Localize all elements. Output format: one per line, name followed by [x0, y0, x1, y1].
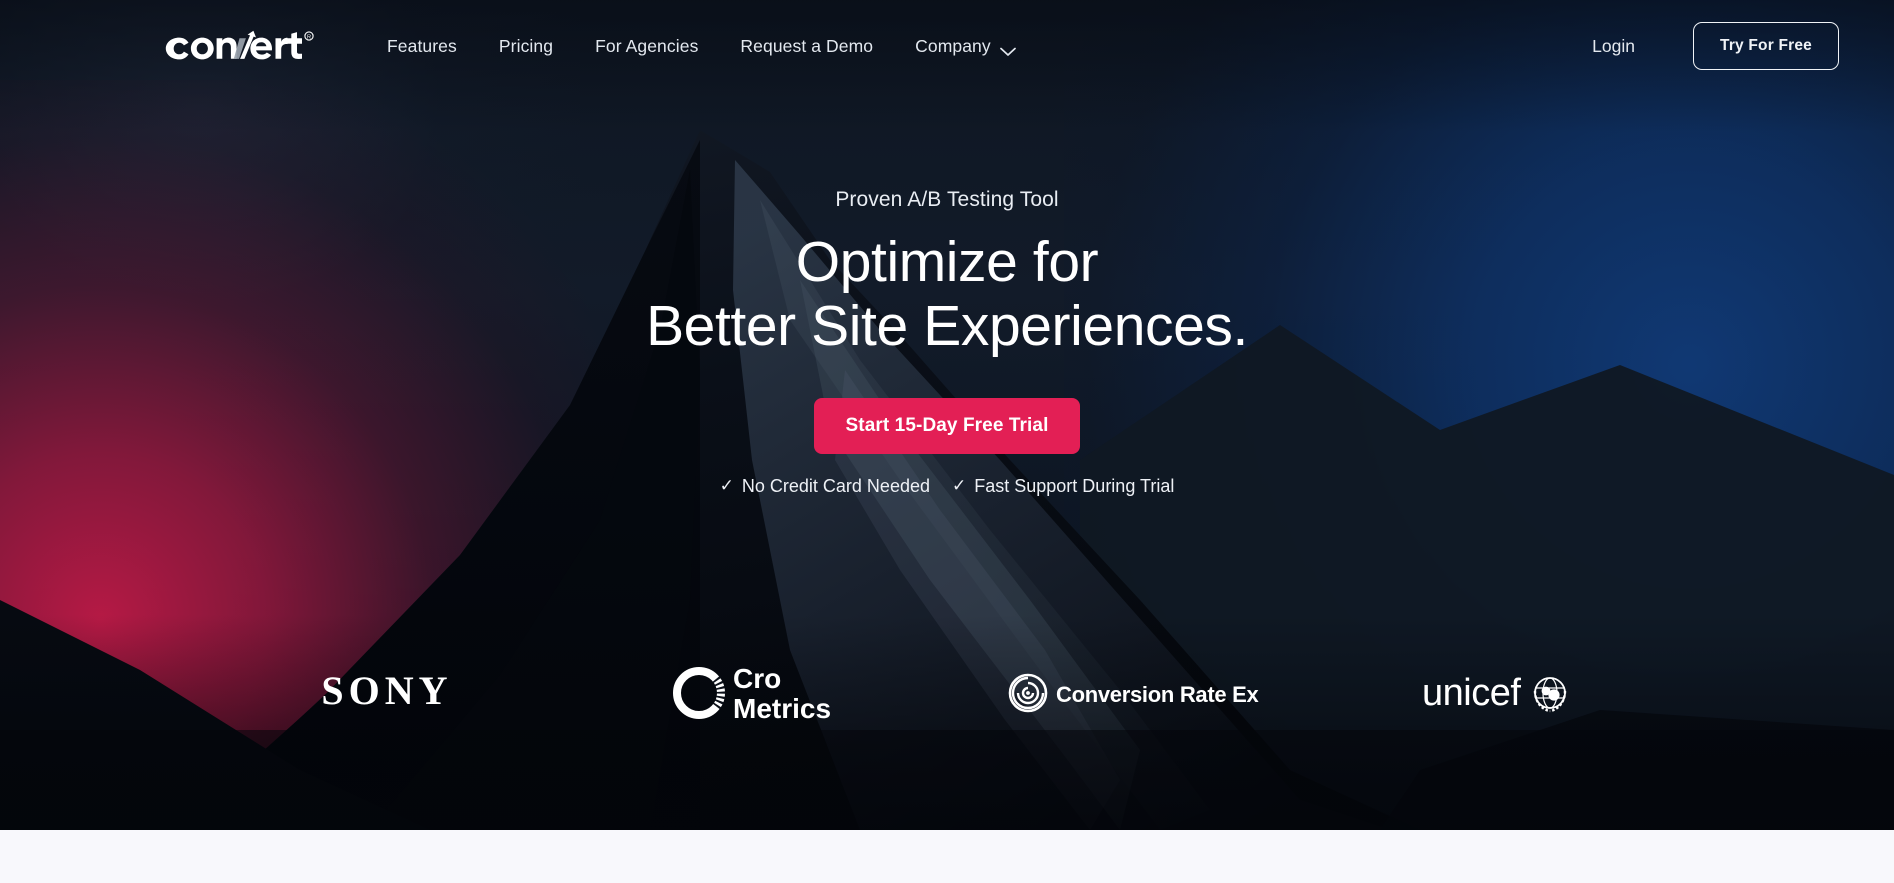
hero-eyebrow: Proven A/B Testing Tool	[835, 188, 1059, 211]
nav-item-for-agencies[interactable]: For Agencies	[595, 36, 698, 57]
nav-label: For Agencies	[595, 35, 699, 56]
client-logo-cro-metrics: Cro Metrics	[574, 660, 948, 726]
login-link[interactable]: Login	[1592, 36, 1635, 57]
nav-item-company[interactable]: Company	[915, 36, 1016, 57]
client-logo-conversion-rate-experts: Conversion Rate Experts	[947, 671, 1321, 715]
try-for-free-button[interactable]: Try For Free	[1693, 22, 1839, 70]
page-body-below-hero	[0, 830, 1894, 883]
main-navigation: Features Pricing For Agencies Request a …	[387, 36, 1016, 57]
client-logo-strip: SONY Cro Metrics Conversion Rate Ex unic…	[0, 660, 1894, 726]
nav-label: Company	[915, 35, 991, 56]
check-icon: ✓	[719, 476, 734, 496]
perk-label: No Credit Card Needed	[741, 475, 930, 496]
nav-label: Features	[387, 35, 457, 56]
svg-text:Cro: Cro	[733, 663, 781, 694]
perk-no-credit-card: ✓ No Credit Card Needed	[720, 476, 930, 497]
check-icon: ✓	[952, 476, 967, 496]
hero-section: R Features Pricing For Agencies Request …	[0, 0, 1894, 830]
svg-text:Conversion Rate Experts: Conversion Rate Experts	[1056, 682, 1260, 707]
ring-icon	[673, 667, 726, 719]
nav-item-pricing[interactable]: Pricing	[499, 36, 553, 57]
headline-line-2: Better Site Experiences.	[646, 293, 1248, 358]
perk-fast-support: ✓ Fast Support During Trial	[952, 476, 1174, 497]
maze-circle-icon	[1008, 673, 1048, 713]
svg-text:unicef: unicef	[1422, 672, 1521, 714]
nav-label: Request a Demo	[740, 35, 874, 56]
chevron-down-icon	[999, 41, 1016, 56]
hero-perks: ✓ No Credit Card Needed ✓ Fast Support D…	[0, 476, 1894, 497]
site-header: R Features Pricing For Agencies Request …	[0, 0, 1894, 92]
header-actions: Login Try For Free	[1592, 22, 1839, 70]
headline-line-1: Optimize for	[795, 230, 1099, 294]
nav-label: Pricing	[498, 35, 554, 56]
svg-text:SONY: SONY	[321, 671, 452, 713]
svg-text:R: R	[307, 35, 311, 41]
nav-item-features[interactable]: Features	[387, 36, 457, 57]
page-title: Optimize for Better Site Experiences.	[0, 230, 1894, 359]
convert-logo[interactable]: R	[165, 26, 315, 66]
client-logo-sony: SONY	[200, 671, 574, 715]
hero-cta-wrapper: Start 15-Day Free Trial	[0, 397, 1894, 454]
client-logo-unicef: unicef	[1321, 669, 1695, 717]
svg-text:Metrics: Metrics	[733, 693, 831, 724]
perk-label: Fast Support During Trial	[974, 475, 1175, 496]
start-free-trial-button[interactable]: Start 15-Day Free Trial	[813, 397, 1081, 454]
unicef-globe-icon	[1534, 677, 1567, 713]
nav-item-request-a-demo[interactable]: Request a Demo	[740, 36, 873, 57]
registered-trademark: R	[304, 31, 314, 41]
